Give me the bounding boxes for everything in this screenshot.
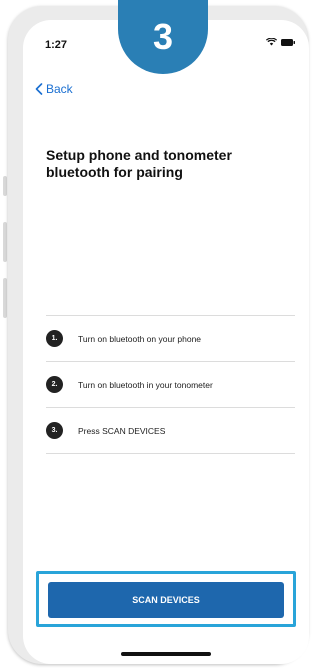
steps-list: 1. Turn on bluetooth on your phone 2. Tu… (46, 315, 295, 454)
phone-screen: 1:27 Back Setup phone and tonometer blue… (23, 20, 309, 664)
back-button[interactable]: Back (35, 82, 73, 96)
step-text: Press SCAN DEVICES (78, 425, 166, 436)
phone-frame: 1:27 Back Setup phone and tonometer blue… (8, 6, 309, 664)
phone-silent-switch (3, 176, 7, 196)
step-text: Turn on bluetooth on your phone (78, 333, 202, 344)
back-label: Back (46, 82, 73, 96)
phone-volume-down-button (3, 278, 7, 318)
step-item-1: 1. Turn on bluetooth on your phone (46, 315, 295, 361)
home-indicator (121, 652, 211, 656)
scan-devices-button[interactable]: SCAN DEVICES (48, 582, 284, 618)
status-icons (266, 38, 295, 46)
chevron-left-icon (35, 83, 43, 95)
step-item-2: 2. Turn on bluetooth in your tonometer (46, 361, 295, 407)
step-item-3: 3. Press SCAN DEVICES (46, 407, 295, 454)
battery-icon (281, 38, 295, 46)
phone-volume-up-button (3, 222, 7, 262)
step-text: Turn on bluetooth in your tonometer (78, 379, 213, 390)
status-time: 1:27 (45, 39, 68, 51)
step-number-badge: 1. (46, 330, 63, 347)
screenshot-stage: 1:27 Back Setup phone and tonometer blue… (0, 0, 314, 668)
step-number-badge: 3. (46, 422, 63, 439)
step-number-badge: 2. (46, 376, 63, 393)
page-title: Setup phone and tonometer bluetooth for … (46, 147, 232, 180)
wifi-icon (266, 38, 277, 46)
